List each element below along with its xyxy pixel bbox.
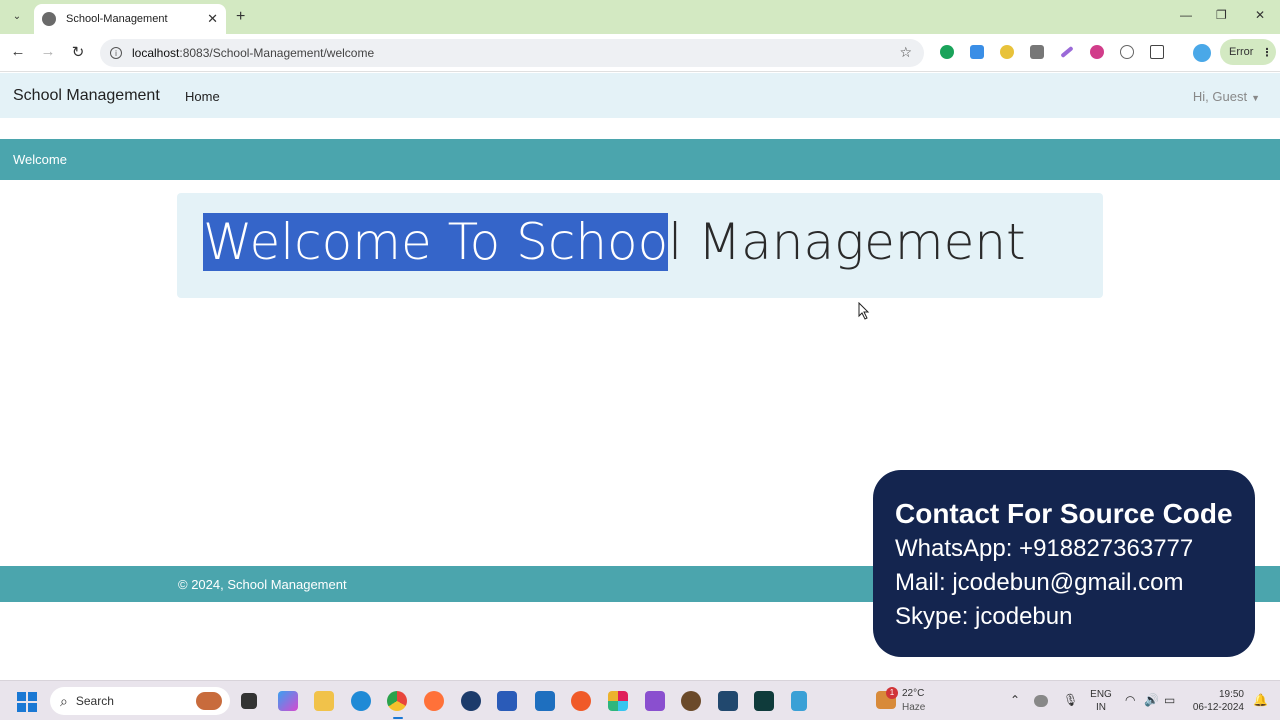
forward-arrow-icon[interactable]: → — [38, 43, 58, 60]
system-clock[interactable]: 19:50 06-12-2024 — [1188, 688, 1244, 714]
wifi-icon[interactable]: ◠ — [1125, 693, 1135, 707]
browser-tab-strip: ⌄ School-Management ✕ + — ❐ ✕ — [0, 0, 1280, 34]
profile-avatar[interactable] — [1193, 44, 1211, 62]
terminal-icon[interactable] — [754, 691, 774, 711]
microphone-icon[interactable]: 🎙 — [1063, 693, 1078, 707]
weather-condition: Haze — [902, 702, 926, 713]
weather-widget[interactable]: 1 22°C Haze — [876, 687, 936, 715]
contact-whatsapp: WhatsApp: +918827363777 — [895, 535, 1194, 562]
mouse-pointer-icon — [858, 302, 870, 320]
firefox-icon[interactable] — [424, 691, 444, 711]
temperature: 22°C — [902, 688, 925, 699]
reload-icon[interactable]: ↻ — [68, 43, 88, 61]
nav-home-link[interactable]: Home — [185, 89, 220, 104]
check-extension-icon[interactable] — [1120, 45, 1134, 59]
tab-search-chevron-icon[interactable]: ⌄ — [8, 7, 26, 25]
footer-text: © 2024, School Management — [178, 577, 347, 592]
page-heading: Welcome To School Management — [203, 202, 1026, 282]
new-tab-plus-icon[interactable]: + — [236, 8, 245, 26]
globe-icon — [42, 12, 56, 26]
site-info-icon[interactable]: i — [110, 47, 122, 59]
visual-studio-icon[interactable] — [645, 691, 665, 711]
notepad-icon[interactable] — [791, 691, 807, 711]
record-extension-icon[interactable] — [1090, 45, 1104, 59]
address-bar[interactable]: i localhost:8083/School-Management/welco… — [100, 39, 924, 67]
section-header-bar: Welcome — [0, 139, 1280, 180]
windows-taskbar: ⌕ Search 1 22°C Haze ⌃ 🎙 ENG IN ◠ 🔊 ▭ 19… — [0, 680, 1280, 720]
taskbar-search-box[interactable]: ⌕ Search — [50, 687, 230, 715]
error-button[interactable]: Error ⋮ — [1220, 39, 1276, 65]
windows-start-icon[interactable] — [17, 692, 37, 712]
extensions-puzzle-icon[interactable] — [1150, 45, 1164, 59]
app-navbar: School Management Home Hi, Guest ▼ — [0, 73, 1280, 118]
tab-title: School-Management — [66, 13, 168, 25]
user-dropdown[interactable]: Hi, Guest ▼ — [1193, 89, 1260, 104]
app-icon-3[interactable] — [681, 691, 701, 711]
volume-icon[interactable]: 🔊 — [1144, 693, 1159, 707]
browser-toolbar: ← → ↻ i localhost:8083/School-Management… — [0, 34, 1280, 72]
file-explorer-icon[interactable] — [314, 691, 334, 711]
copilot-icon[interactable] — [278, 691, 298, 711]
url-path: :8083/School-Management/welcome — [179, 46, 375, 60]
language-indicator[interactable]: ENG IN — [1090, 688, 1112, 714]
minimize-icon[interactable]: — — [1180, 8, 1192, 22]
window-close-icon[interactable]: ✕ — [1255, 8, 1265, 22]
edge-icon[interactable] — [351, 691, 371, 711]
clock-date: 06-12-2024 — [1192, 702, 1244, 713]
url-host: localhost — [132, 46, 180, 60]
task-view-icon[interactable] — [241, 693, 257, 709]
app-icon-4[interactable] — [718, 691, 738, 711]
app-icon-1[interactable] — [461, 691, 481, 711]
contact-skype: Skype: jcodebun — [895, 603, 1073, 630]
clock-time: 19:50 — [1218, 689, 1244, 700]
url-text[interactable]: localhost:8083/School-Management/welcome — [132, 46, 374, 60]
lang-code: ENG — [1090, 689, 1112, 700]
grammarly-extension-icon[interactable] — [940, 45, 954, 59]
chrome-icon[interactable] — [387, 691, 407, 711]
screenshot-extension-icon[interactable] — [1030, 45, 1044, 59]
pen-extension-icon[interactable] — [1060, 45, 1074, 59]
notification-bell-icon[interactable]: 🔔 — [1253, 693, 1268, 707]
app-icon-2[interactable] — [497, 691, 517, 711]
close-tab-icon[interactable]: ✕ — [207, 11, 218, 27]
contact-overlay-card: Contact For Source Code WhatsApp: +91882… — [873, 470, 1255, 657]
cloud-icon[interactable] — [1034, 695, 1048, 707]
search-placeholder: Search — [75, 694, 114, 708]
error-label: Error — [1229, 46, 1254, 58]
contact-mail: Mail: jcodebun@gmail.com — [895, 569, 1184, 596]
shield-app-icon[interactable] — [535, 691, 555, 711]
lang-region: IN — [1096, 702, 1106, 713]
back-arrow-icon[interactable]: ← — [8, 43, 28, 60]
user-menu-label: Hi, Guest — [1192, 89, 1248, 104]
welcome-jumbotron: Welcome To School Management — [177, 193, 1103, 298]
contact-title: Contact For Source Code — [895, 498, 1233, 529]
section-title: Welcome — [13, 152, 67, 167]
postman-icon[interactable] — [571, 691, 591, 711]
extension-icon[interactable] — [970, 45, 984, 59]
selected-heading-text: Welcome To Schoo — [203, 213, 669, 271]
bookmark-star-icon[interactable]: ☆ — [899, 44, 912, 61]
tray-overflow-chevron-icon[interactable]: ⌃ — [1010, 693, 1020, 707]
slack-icon[interactable] — [608, 691, 628, 711]
battery-icon[interactable]: ▭ — [1164, 693, 1175, 707]
color-picker-extension-icon[interactable] — [1000, 45, 1014, 59]
search-icon: ⌕ — [60, 692, 68, 709]
chrome-active-indicator — [393, 717, 403, 719]
search-highlight-image — [196, 692, 222, 710]
browser-tab[interactable]: School-Management ✕ — [34, 4, 226, 34]
caret-down-icon: ▼ — [1251, 93, 1260, 103]
heading-text-rest: l Management — [668, 213, 1026, 271]
brand-link[interactable]: School Management — [13, 87, 160, 105]
weather-badge: 1 — [886, 687, 898, 699]
more-menu-icon: ⋮ — [1261, 46, 1273, 59]
restore-icon[interactable]: ❐ — [1216, 8, 1227, 22]
